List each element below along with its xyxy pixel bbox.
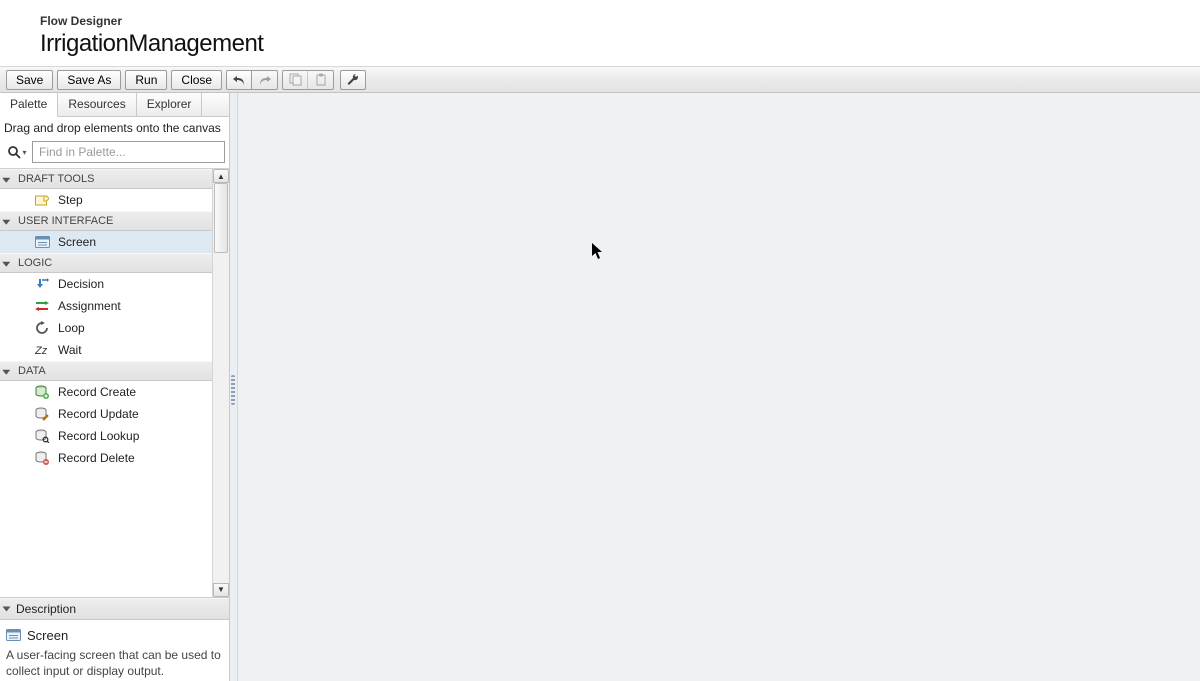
undo-redo-group [226,70,278,90]
palette-tree: DRAFT TOOLS Step USER INTERFACE Screen L… [0,168,229,598]
undo-icon [232,74,246,86]
item-record-update-label: Record Update [58,407,139,421]
item-record-create-label: Record Create [58,385,136,399]
item-assignment[interactable]: Assignment [0,295,212,317]
item-loop[interactable]: Loop [0,317,212,339]
copy-button[interactable] [283,71,308,89]
redo-icon [258,74,272,86]
redo-button[interactable] [252,71,277,89]
copy-icon [289,73,302,86]
cat-data[interactable]: DATA [0,361,212,381]
close-button[interactable]: Close [171,70,222,90]
item-decision[interactable]: Decision [0,273,212,295]
scroll-thumb[interactable] [214,183,228,253]
description-text: A user-facing screen that can be used to… [6,647,223,679]
main-area: Palette Resources Explorer Drag and drop… [0,93,1200,681]
paste-icon [315,73,327,86]
search-input[interactable] [32,141,225,163]
save-as-button[interactable]: Save As [57,70,121,90]
item-wait-label: Wait [58,343,82,357]
cat-user-interface[interactable]: USER INTERFACE [0,211,212,231]
scroll-up-button[interactable]: ▲ [213,169,229,183]
record-lookup-icon [34,428,50,444]
item-loop-label: Loop [58,321,85,335]
item-record-lookup-label: Record Lookup [58,429,139,443]
cursor-icon [591,242,605,260]
sidebar: Palette Resources Explorer Drag and drop… [0,93,230,681]
scroll-down-button[interactable]: ▼ [213,583,229,597]
header: Flow Designer IrrigationManagement [0,0,1200,66]
settings-button[interactable] [340,70,366,90]
search-menu-button[interactable]: ▾ [4,141,30,163]
undo-button[interactable] [227,71,252,89]
wrench-icon [346,73,360,87]
palette-scrollbar[interactable]: ▲ ▼ [212,169,229,597]
toolbar: Save Save As Run Close [0,66,1200,93]
description-header[interactable]: Description [0,598,229,620]
item-screen-label: Screen [58,235,96,249]
svg-text:Zz: Zz [35,345,48,356]
item-step[interactable]: Step [0,189,212,211]
description-title: Screen [27,628,68,643]
screen-icon [34,234,50,250]
run-button[interactable]: Run [125,70,167,90]
page-title: IrrigationManagement [40,30,1200,58]
assignment-icon [34,298,50,314]
search-icon [7,145,21,159]
record-create-icon [34,384,50,400]
loop-icon [34,320,50,336]
item-record-update[interactable]: Record Update [0,403,212,425]
decision-icon [34,276,50,292]
item-record-delete-label: Record Delete [58,451,135,465]
save-button[interactable]: Save [6,70,53,90]
description-body: Screen A user-facing screen that can be … [0,620,229,681]
screen-icon [6,629,21,641]
record-update-icon [34,406,50,422]
item-record-delete[interactable]: Record Delete [0,447,212,469]
item-screen[interactable]: Screen [0,231,212,253]
item-wait[interactable]: Zz Wait [0,339,212,361]
step-icon [34,192,50,208]
tab-explorer[interactable]: Explorer [137,93,203,116]
search-bar: ▾ [0,139,229,168]
tab-palette[interactable]: Palette [0,93,58,117]
item-decision-label: Decision [58,277,104,291]
record-delete-icon [34,450,50,466]
item-record-lookup[interactable]: Record Lookup [0,425,212,447]
item-record-create[interactable]: Record Create [0,381,212,403]
paste-button[interactable] [308,71,333,89]
caret-down-icon: ▾ [22,148,26,157]
item-assignment-label: Assignment [58,299,121,313]
canvas[interactable] [238,93,1200,681]
tab-resources[interactable]: Resources [58,93,136,116]
wait-icon: Zz [34,342,50,358]
sidebar-tabs: Palette Resources Explorer [0,93,229,117]
cat-draft-tools[interactable]: DRAFT TOOLS [0,169,212,189]
vertical-splitter[interactable] [230,93,238,681]
palette-hint: Drag and drop elements onto the canvas [0,117,229,139]
cat-logic[interactable]: LOGIC [0,253,212,273]
clipboard-group [282,70,334,90]
app-name: Flow Designer [40,14,1200,28]
item-step-label: Step [58,193,83,207]
